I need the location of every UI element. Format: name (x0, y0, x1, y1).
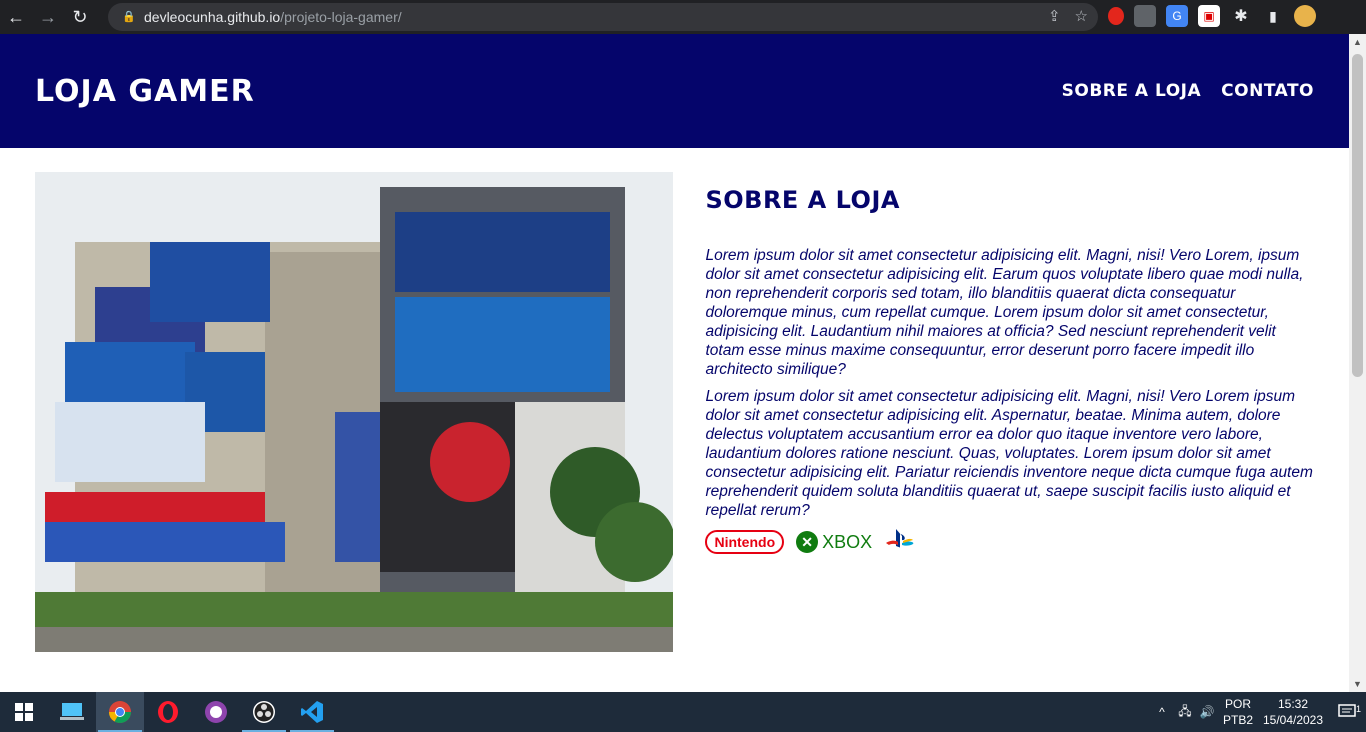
chrome-taskbar-icon[interactable] (96, 692, 144, 732)
notification-center-icon[interactable]: 1 (1328, 704, 1366, 720)
address-bar[interactable]: 🔒 devleocunha.github.io /projeto-loja-ga… (108, 3, 1098, 31)
reload-icon[interactable]: ↻ (64, 0, 96, 34)
browser-toolbar: ← → ↻ 🔒 devleocunha.github.io /projeto-l… (0, 0, 1366, 34)
windows-start-icon[interactable] (0, 692, 48, 732)
github-desktop-icon[interactable] (192, 692, 240, 732)
extension-shield-icon[interactable]: ▣ (1198, 5, 1220, 27)
site-logo[interactable]: LOJA GAMER (35, 74, 255, 109)
scrollbar-thumb[interactable] (1352, 54, 1363, 377)
input-language[interactable]: POR PTB2 (1218, 696, 1258, 728)
puzzle-extensions-icon[interactable]: ✱ (1230, 5, 1252, 27)
notification-count: 1 (1355, 704, 1361, 714)
playstation-icon (886, 529, 914, 548)
taskbar: ^ 🖧 🔊 POR PTB2 15:32 15/04/2023 1 (0, 692, 1366, 732)
about-paragraph: Lorem ipsum dolor sit amet consectetur a… (705, 247, 1304, 378)
url-path: /projeto-loja-gamer/ (280, 9, 402, 25)
about-text-column: SOBRE A LOJA Lorem ipsum dolor sit amet … (705, 172, 1314, 652)
share-icon[interactable]: ⇪ (1048, 7, 1061, 25)
back-icon[interactable]: ← (0, 0, 32, 34)
keyboard-layout: PTB2 (1222, 713, 1253, 727)
network-icon[interactable]: 🖧 (1174, 702, 1196, 723)
xbox-sphere-icon: ✕ (796, 531, 819, 553)
extension-red-icon[interactable] (1108, 7, 1124, 25)
web-page: LOJA GAMER SOBRE A LOJA CONTATO SOBRE A … (0, 34, 1349, 692)
about-section: SOBRE A LOJA Lorem ipsum dolor sit amet … (0, 148, 1349, 676)
xbox-logo: ✕ XBOX (796, 531, 872, 553)
clock-date: 15/04/2023 (1262, 713, 1324, 727)
main-menu: SOBRE A LOJA CONTATO (1062, 81, 1314, 101)
taskbar-clock[interactable]: 15:32 15/04/2023 (1258, 696, 1328, 728)
about-title: SOBRE A LOJA (705, 186, 900, 214)
system-tray: ^ 🖧 🔊 POR PTB2 15:32 15/04/2023 1 (1150, 692, 1366, 732)
playstation-logo (884, 528, 916, 556)
bookmark-star-icon[interactable]: ☆ (1075, 7, 1088, 25)
obs-icon[interactable] (240, 692, 288, 732)
profile-avatar[interactable] (1294, 5, 1316, 27)
console-brands: Nintendo ✕ XBOX (705, 528, 1314, 556)
lock-icon: 🔒 (122, 11, 136, 23)
this-pc-icon[interactable] (48, 692, 96, 732)
clock-time: 15:32 (1277, 697, 1309, 711)
nintendo-logo: Nintendo (705, 530, 785, 554)
scroll-down-icon[interactable]: ▼ (1353, 679, 1362, 689)
xbox-wordmark: XBOX (822, 531, 873, 552)
language-code: POR (1224, 697, 1251, 711)
store-photo (35, 172, 674, 652)
site-header: LOJA GAMER SOBRE A LOJA CONTATO (0, 34, 1349, 148)
store-photo-illustration (35, 172, 674, 652)
scroll-up-icon[interactable]: ▲ (1353, 37, 1362, 47)
about-paragraph: Lorem ipsum dolor sit amet consectetur a… (705, 388, 1313, 519)
opera-icon[interactable] (144, 692, 192, 732)
page-scrollbar[interactable]: ▲ ▼ (1349, 34, 1366, 692)
url-host: devleocunha.github.io (144, 9, 281, 25)
forward-icon[interactable]: → (32, 0, 64, 34)
menu-item-contato[interactable]: CONTATO (1221, 81, 1314, 101)
volume-icon[interactable]: 🔊 (1196, 705, 1218, 719)
tray-chevron-up-icon[interactable]: ^ (1150, 705, 1174, 719)
menu-item-sobre[interactable]: SOBRE A LOJA (1062, 81, 1202, 101)
vscode-icon[interactable] (288, 692, 336, 732)
side-panel-icon[interactable]: ▮ (1262, 5, 1284, 27)
translate-icon[interactable]: G (1166, 5, 1188, 27)
extension-window-icon[interactable] (1134, 5, 1156, 27)
